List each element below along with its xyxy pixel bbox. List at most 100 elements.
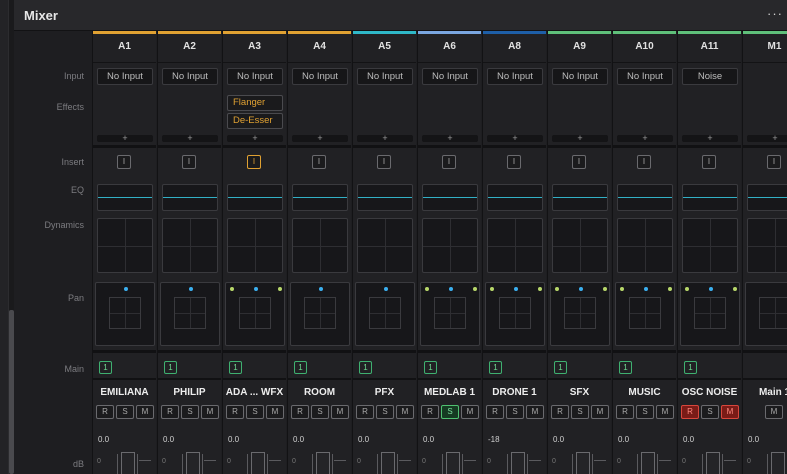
pan-control[interactable] (485, 282, 545, 346)
input-selector[interactable]: No Input (97, 68, 153, 85)
volume-fader[interactable]: 0 (223, 448, 286, 474)
eq-graph[interactable] (227, 184, 283, 211)
track-name[interactable]: DRONE 1 (483, 387, 546, 398)
main-bus-assign-button[interactable]: 1 (164, 361, 177, 374)
solo-button[interactable]: S (701, 405, 719, 419)
mute-button[interactable]: M (656, 405, 674, 419)
record-arm-button[interactable]: R (291, 405, 309, 419)
dynamics-graph[interactable] (292, 218, 348, 273)
insert-toggle[interactable]: I (117, 155, 131, 169)
input-selector[interactable]: No Input (227, 68, 283, 85)
main-bus-assign-button[interactable]: 1 (684, 361, 697, 374)
volume-fader[interactable]: 0 (288, 448, 351, 474)
mute-button[interactable]: M (331, 405, 349, 419)
track-name[interactable]: EMILIANA (93, 387, 156, 398)
volume-fader[interactable]: 0 (93, 448, 156, 474)
add-effect-button[interactable]: + (292, 134, 348, 143)
main-bus-assign-button[interactable]: 1 (359, 361, 372, 374)
track-name[interactable]: MUSIC (613, 387, 676, 398)
input-selector[interactable]: No Input (422, 68, 478, 85)
volume-fader[interactable]: 0 (613, 448, 676, 474)
fader-knob[interactable] (706, 452, 720, 474)
eq-graph[interactable] (162, 184, 218, 211)
volume-fader[interactable]: 0 (158, 448, 221, 474)
pan-control[interactable] (355, 282, 415, 346)
insert-toggle[interactable]: I (767, 155, 781, 169)
input-selector[interactable]: No Input (552, 68, 608, 85)
record-arm-button[interactable]: R (616, 405, 634, 419)
mute-button[interactable]: M (201, 405, 219, 419)
pan-control[interactable] (615, 282, 675, 346)
eq-graph[interactable] (487, 184, 543, 211)
track-name[interactable]: ADA ... WFX (223, 387, 286, 398)
effect-slot[interactable]: De-Esser (227, 113, 283, 129)
volume-fader[interactable]: 0 (678, 448, 741, 474)
mute-button[interactable]: M (765, 405, 783, 419)
solo-button[interactable]: S (441, 405, 459, 419)
insert-toggle[interactable]: I (182, 155, 196, 169)
input-selector[interactable]: No Input (617, 68, 673, 85)
track-name[interactable]: PHILIP (158, 387, 221, 398)
fader-knob[interactable] (121, 452, 135, 474)
main-bus-assign-button[interactable]: 1 (294, 361, 307, 374)
solo-button[interactable]: S (246, 405, 264, 419)
mute-button[interactable]: M (396, 405, 414, 419)
main-bus-assign-button[interactable]: 1 (554, 361, 567, 374)
dynamics-graph[interactable] (357, 218, 413, 273)
insert-toggle[interactable]: I (702, 155, 716, 169)
add-effect-button[interactable]: + (617, 134, 673, 143)
dynamics-graph[interactable] (487, 218, 543, 273)
add-effect-button[interactable]: + (422, 134, 478, 143)
fader-knob[interactable] (251, 452, 265, 474)
main-bus-assign-button[interactable]: 1 (99, 361, 112, 374)
record-arm-button[interactable]: R (681, 405, 699, 419)
solo-button[interactable]: S (636, 405, 654, 419)
fader-knob[interactable] (316, 452, 330, 474)
more-options-icon[interactable]: ··· (767, 6, 783, 21)
add-effect-button[interactable]: + (682, 134, 738, 143)
track-name[interactable]: MEDLAB 1 (418, 387, 481, 398)
dynamics-graph[interactable] (617, 218, 673, 273)
dynamics-graph[interactable] (97, 218, 153, 273)
main-bus-assign-button[interactable]: 1 (619, 361, 632, 374)
pan-control[interactable] (550, 282, 610, 346)
track-name[interactable]: Main 1 (743, 387, 787, 398)
track-name[interactable]: PFX (353, 387, 416, 398)
insert-toggle[interactable]: I (507, 155, 521, 169)
volume-fader[interactable]: 0 (418, 448, 481, 474)
eq-graph[interactable] (97, 184, 153, 211)
solo-button[interactable]: S (376, 405, 394, 419)
solo-button[interactable]: S (116, 405, 134, 419)
pan-control[interactable] (290, 282, 350, 346)
dynamics-graph[interactable] (552, 218, 608, 273)
dynamics-graph[interactable] (227, 218, 283, 273)
solo-button[interactable]: S (311, 405, 329, 419)
input-selector[interactable]: No Input (162, 68, 218, 85)
add-effect-button[interactable]: + (357, 134, 413, 143)
mute-button[interactable]: M (461, 405, 479, 419)
record-arm-button[interactable]: R (96, 405, 114, 419)
track-name[interactable]: SFX (548, 387, 611, 398)
solo-button[interactable]: S (181, 405, 199, 419)
main-bus-assign-button[interactable]: 1 (489, 361, 502, 374)
mute-button[interactable]: M (526, 405, 544, 419)
fader-knob[interactable] (641, 452, 655, 474)
add-effect-button[interactable]: + (97, 134, 153, 143)
pan-control[interactable] (680, 282, 740, 346)
eq-graph[interactable] (552, 184, 608, 211)
track-name[interactable]: ROOM (288, 387, 351, 398)
add-effect-button[interactable]: + (747, 134, 787, 143)
eq-graph[interactable] (682, 184, 738, 211)
insert-toggle[interactable]: I (442, 155, 456, 169)
insert-toggle[interactable]: I (312, 155, 326, 169)
pan-control[interactable] (95, 282, 155, 346)
record-arm-button[interactable]: R (226, 405, 244, 419)
fader-knob[interactable] (446, 452, 460, 474)
add-effect-button[interactable]: + (552, 134, 608, 143)
solo-button[interactable]: S (506, 405, 524, 419)
mute-button[interactable]: M (266, 405, 284, 419)
effect-slot[interactable]: Flanger (227, 95, 283, 111)
fader-knob[interactable] (511, 452, 525, 474)
pan-control[interactable] (745, 282, 787, 346)
insert-toggle[interactable]: I (247, 155, 261, 169)
